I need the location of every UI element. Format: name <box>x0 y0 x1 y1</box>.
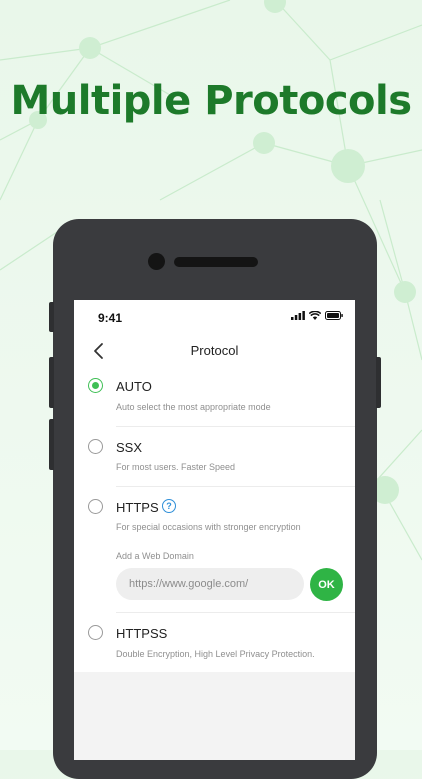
option-desc-https: For special occasions with stronger encr… <box>116 522 301 532</box>
divider <box>116 486 355 487</box>
status-icons <box>291 311 343 320</box>
phone-side-button <box>376 357 381 408</box>
domain-input[interactable] <box>116 568 304 600</box>
radio-https[interactable] <box>88 499 103 514</box>
page-title: Protocol <box>190 343 239 358</box>
help-icon[interactable]: ? <box>162 499 176 513</box>
phone-speaker <box>174 257 258 267</box>
ok-button[interactable]: OK <box>310 568 343 601</box>
radio-auto[interactable] <box>88 378 103 393</box>
radio-httpss[interactable] <box>88 625 103 640</box>
app-screen: 9:41 Protocol AUTO Auto select the most … <box>74 300 355 760</box>
divider <box>116 612 355 613</box>
option-label-https[interactable]: HTTPS <box>116 500 159 515</box>
divider <box>116 426 355 427</box>
option-desc-auto: Auto select the most appropriate mode <box>116 402 271 412</box>
signal-icon <box>291 311 305 320</box>
headline-title: Multiple Protocols <box>10 78 412 124</box>
phone-camera <box>148 253 165 270</box>
phone-side-button <box>49 302 54 332</box>
phone-side-button <box>49 357 54 408</box>
status-time: 9:41 <box>98 311 123 325</box>
option-desc-httpss: Double Encryption, High Level Privacy Pr… <box>116 649 315 659</box>
phone-side-button <box>49 419 54 470</box>
bottom-area <box>74 672 355 760</box>
option-label-auto[interactable]: AUTO <box>116 379 152 394</box>
option-label-httpss[interactable]: HTTPSS <box>116 626 167 641</box>
option-label-ssx[interactable]: SSX <box>116 440 142 455</box>
wifi-icon <box>309 311 321 320</box>
option-desc-ssx: For most users. Faster Speed <box>116 462 236 472</box>
radio-ssx[interactable] <box>88 439 103 454</box>
battery-icon <box>325 311 343 320</box>
domain-label: Add a Web Domain <box>116 551 194 561</box>
